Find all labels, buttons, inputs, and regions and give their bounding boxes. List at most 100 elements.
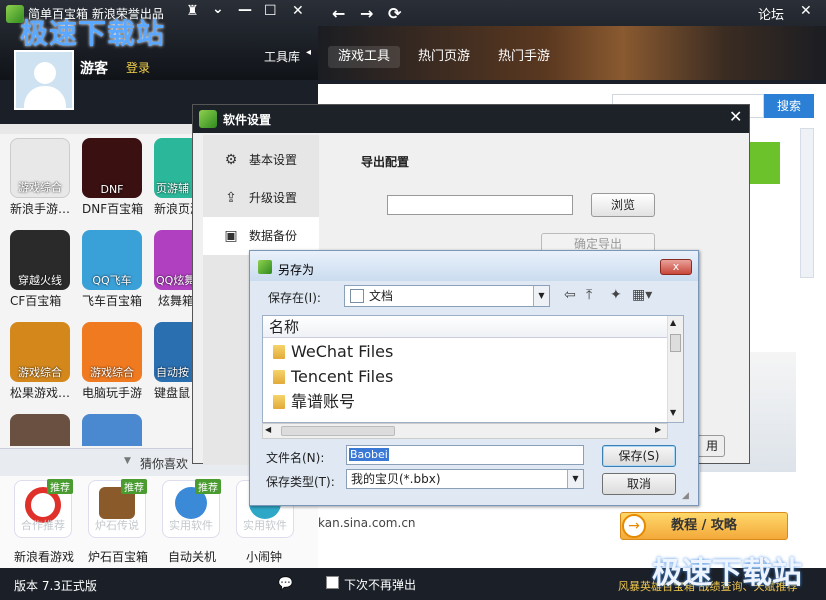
toolbox-label[interactable]: 工具库 [264,48,300,65]
settings-logo-icon [199,110,217,128]
back-icon[interactable]: ← [332,4,345,23]
folder-icon [273,370,285,384]
recommend-label: 炉石百宝箱 [88,550,149,564]
cancel-button[interactable]: 取消 [602,473,676,495]
app-tile[interactable]: 游戏综合 新浪手游… [10,138,82,217]
forum-link[interactable]: 论坛 [758,4,784,23]
save-as-title: 另存为 [278,263,315,277]
menu-icon[interactable]: ⌄ [212,1,224,17]
avatar-body [24,86,66,110]
horizontal-scrollbar[interactable]: ◀ ▶ [262,423,668,439]
app-label: 松果游戏… [10,386,71,400]
app-label: 新浪页游 [154,202,192,216]
refresh-icon[interactable]: ⟳ [388,4,401,23]
app-tile[interactable]: QQ炫舞 炫舞箱 [154,230,192,309]
save-as-close-icon[interactable]: x [660,259,692,275]
app-tile[interactable]: 穿越火线 CF百宝箱 [10,230,82,309]
app-tile[interactable]: QQ飞车 飞车百宝箱 [82,230,154,309]
column-header-name[interactable]: 名称 [263,316,667,338]
app-label: 电脑玩手游 [82,386,143,400]
settings-nav-label: 数据备份 [249,229,298,243]
file-name-value: Baobei [349,448,389,461]
save-button[interactable]: 保存(S) [602,445,676,467]
page-scrollbar[interactable] [800,128,814,278]
dropdown-arrow-icon: ▼ [567,470,583,488]
app-tile[interactable]: 游戏综合 电脑玩手游 [82,322,154,401]
new-folder-icon[interactable]: ✦ [610,287,622,303]
app-tile[interactable]: 自动按 键盘鼠 [154,322,192,401]
app-tile[interactable]: DNF DNF百宝箱 [82,138,154,217]
tab-hot-pages[interactable]: 热门页游 [408,46,480,68]
settings-nav-basic[interactable]: ⚙ 基本设置 [203,141,319,179]
app-label: CF百宝箱 [10,294,62,308]
settings-nav-upgrade[interactable]: ⇪ 升级设置 [203,179,319,217]
scroll-left-icon[interactable]: ◀ [265,425,271,434]
save-in-select[interactable]: 文档 ▼ [344,285,550,307]
file-item[interactable]: WeChat Files [271,340,393,364]
chat-icon[interactable]: 💬 [278,576,293,590]
dance-icon: QQ炫舞 [154,230,192,290]
up-folder-icon[interactable]: ⤒ [586,287,592,303]
keyboard-icon[interactable] [10,414,70,446]
minimize-icon[interactable]: — [238,2,252,18]
chevron-down-icon: ▼ [124,456,131,466]
file-type-select[interactable]: 我的宝贝(*.bbx) ▼ [346,469,584,489]
promo-block[interactable] [746,142,780,184]
app-tile[interactable]: 页游辅 新浪页游 [154,138,192,217]
recommend-tile[interactable]: 推荐 实用软件 [162,479,221,538]
version-label: 版本 7.3正式版 [14,579,97,593]
file-item[interactable]: 靠谱账号 [271,390,355,414]
scroll-up-icon[interactable]: ▲ [670,318,676,327]
phone-game-icon: 游戏综合 [82,322,142,382]
scroll-thumb[interactable] [670,334,681,352]
file-item-label: Tencent Files [291,367,394,386]
upgrade-icon: ⇪ [225,190,237,206]
app-tile[interactable]: 游戏综合 松果游戏… [10,322,82,401]
file-item-label: WeChat Files [291,342,394,361]
vertical-scrollbar[interactable]: ▲ ▼ [667,316,683,422]
scroll-thumb[interactable] [281,426,395,436]
view-menu-icon[interactable]: ▦▾ [632,287,652,303]
pinecone-icon: 游戏综合 [10,322,70,382]
recommend-tile[interactable]: 推荐 合作推荐 [14,479,73,538]
recommend-label: 小闹钟 [246,550,283,564]
tab-hot-mobile[interactable]: 热门手游 [488,46,560,68]
forward-icon[interactable]: → [360,4,373,23]
skin-icon[interactable]: ♜ [186,3,199,19]
save-as-title-bar [250,251,698,281]
no-popup-checkbox[interactable] [326,576,339,589]
watermark-bottom: 极速下载站 [652,556,802,591]
toolbox-arrow-icon: ◂ [306,47,312,58]
file-name-input[interactable]: Baobei [346,445,584,465]
browse-button[interactable]: 浏览 [591,193,655,217]
tab-game-tools[interactable]: 游戏工具 [328,46,401,68]
file-type-label: 保存类型(T): [266,475,335,489]
document-icon [350,289,364,303]
export-path-input[interactable] [387,195,573,215]
recommend-tile[interactable]: 推荐 炉石传说 [88,479,147,538]
file-item[interactable]: Tencent Files [271,365,393,389]
resize-grip-icon[interactable]: ◢ [682,491,689,501]
search-button[interactable]: 搜索 [764,94,814,118]
login-link[interactable]: 登录 [126,59,150,76]
gear-icon: ⚙ [224,152,238,168]
file-type-value: 我的宝贝(*.bbx) [351,472,441,486]
app-label: DNF百宝箱 [82,202,144,216]
settings-close-icon[interactable]: ✕ [729,107,742,126]
app-label: 飞车百宝箱 [82,294,143,308]
scroll-down-icon[interactable]: ▼ [670,408,676,417]
back-arrow-icon[interactable]: ⇦ [564,287,576,303]
scroll-right-icon[interactable]: ▶ [655,425,661,434]
mouse-icon[interactable] [82,414,142,446]
recommend-label: 自动关机 [168,550,217,564]
racing-icon: QQ飞车 [82,230,142,290]
file-list: 名称 WeChat Files Tencent Files 靠谱账号 ▲ ▼ [262,315,684,423]
maximize-icon[interactable]: ☐ [264,3,277,19]
app-label: 键盘鼠 [154,386,191,400]
close-icon[interactable]: ✕ [292,3,304,19]
file-name-label: 文件名(N): [266,451,325,465]
save-as-logo-icon [258,260,272,274]
avatar[interactable] [14,50,74,110]
main-close-icon[interactable]: ✕ [800,3,812,19]
user-name: 游客 [80,61,108,77]
